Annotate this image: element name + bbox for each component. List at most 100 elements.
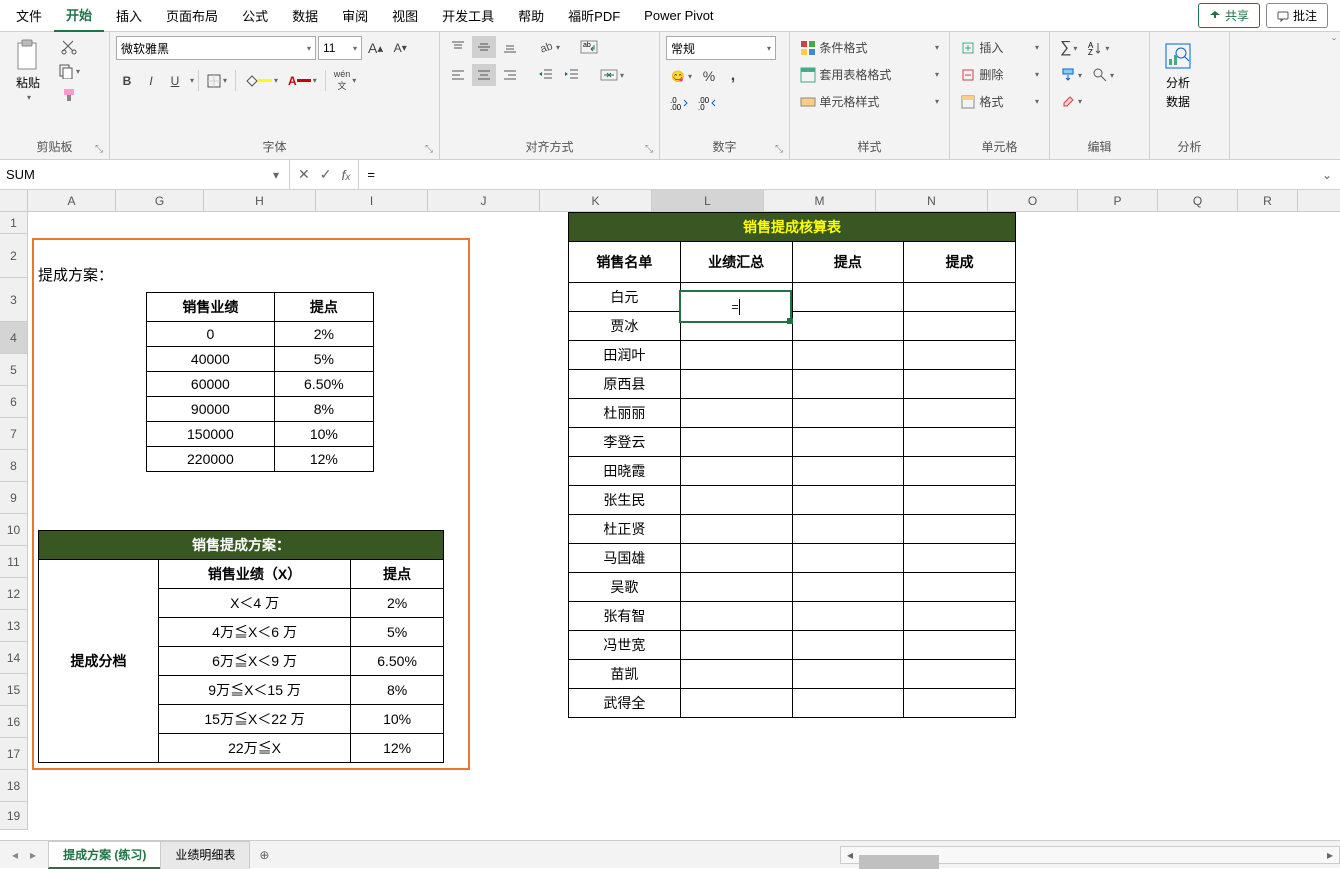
menu-help[interactable]: 帮助 (506, 0, 556, 31)
menu-insert[interactable]: 插入 (104, 0, 154, 31)
align-center-button[interactable] (472, 64, 496, 86)
menu-foxit[interactable]: 福昕PDF (556, 0, 632, 31)
increase-indent-button[interactable] (560, 64, 584, 86)
decrease-decimal-button[interactable]: .00.0 (694, 92, 720, 114)
column-header-I[interactable]: I (316, 190, 428, 211)
column-header-M[interactable]: M (764, 190, 876, 211)
column-header-P[interactable]: P (1078, 190, 1158, 211)
row-header-3[interactable]: 3 (0, 278, 27, 322)
scroll-left-button[interactable]: ◂ (841, 848, 859, 862)
decrease-indent-button[interactable] (534, 64, 558, 86)
underline-button[interactable]: U (164, 70, 186, 92)
cut-button[interactable] (54, 36, 84, 58)
align-top-button[interactable] (446, 36, 470, 58)
percent-button[interactable]: % (698, 65, 720, 87)
align-left-button[interactable] (446, 64, 470, 86)
row-header-7[interactable]: 7 (0, 418, 27, 450)
formula-input[interactable]: = (359, 167, 1314, 182)
format-painter-button[interactable] (54, 84, 84, 106)
conditional-format-button[interactable]: 条件格式▾ (796, 36, 943, 59)
row-header-11[interactable]: 11 (0, 546, 27, 578)
insert-cells-button[interactable]: 插入▾ (956, 36, 1043, 59)
sheet-nav-next[interactable]: ▸ (26, 846, 40, 864)
menu-powerpivot[interactable]: Power Pivot (632, 2, 725, 29)
column-header-L[interactable]: L (652, 190, 764, 211)
italic-button[interactable]: I (140, 70, 162, 92)
row-header-8[interactable]: 8 (0, 450, 27, 482)
row-header-12[interactable]: 12 (0, 578, 27, 610)
row-header-18[interactable]: 18 (0, 770, 27, 802)
add-sheet-button[interactable]: ⊕ (249, 844, 279, 866)
font-size-combo[interactable]: 11▾ (318, 36, 362, 60)
align-launcher[interactable]: ⤡ (645, 144, 653, 155)
number-format-combo[interactable]: 常规▾ (666, 36, 776, 60)
column-header-K[interactable]: K (540, 190, 652, 211)
cell-style-button[interactable]: 单元格样式▾ (796, 90, 943, 113)
row-header-2[interactable]: 2 (0, 234, 27, 278)
worksheet-grid[interactable]: AGHIJKLMNOPQR 12345678910111213141516171… (0, 190, 1340, 840)
active-cell[interactable]: = (679, 290, 792, 323)
menu-layout[interactable]: 页面布局 (154, 0, 230, 31)
enter-formula-button[interactable]: ✓ (320, 166, 332, 183)
accounting-button[interactable]: 😋▾ (666, 65, 696, 87)
name-box-dropdown[interactable]: ▾ (269, 168, 283, 182)
row-header-19[interactable]: 19 (0, 802, 27, 830)
horizontal-scrollbar[interactable]: ◂ ▸ (840, 846, 1340, 864)
border-button[interactable]: ▾ (203, 70, 231, 92)
sheet-nav-prev[interactable]: ◂ (8, 846, 22, 864)
phonetic-button[interactable]: wén文▾ (330, 66, 361, 95)
expand-formula-button[interactable]: ⌄ (1314, 168, 1340, 182)
menu-data[interactable]: 数据 (280, 0, 330, 31)
fx-button[interactable]: fx (341, 167, 350, 183)
autosum-button[interactable]: ∑▾ (1056, 36, 1081, 60)
clipboard-launcher[interactable]: ⤡ (95, 144, 103, 155)
align-bottom-button[interactable] (498, 36, 522, 58)
cells-area[interactable]: 提成方案： 销售业绩提点02%400005%600006.50%900008%1… (28, 212, 1340, 840)
comment-button[interactable]: 批注 (1266, 3, 1328, 28)
column-header-Q[interactable]: Q (1158, 190, 1238, 211)
menu-devtools[interactable]: 开发工具 (430, 0, 506, 31)
menu-formula[interactable]: 公式 (230, 0, 280, 31)
format-cells-button[interactable]: 格式▾ (956, 90, 1043, 113)
column-header-G[interactable]: G (116, 190, 204, 211)
number-launcher[interactable]: ⤡ (775, 144, 783, 155)
font-name-combo[interactable]: 微软雅黑▾ (116, 36, 316, 60)
column-header-H[interactable]: H (204, 190, 316, 211)
column-header-R[interactable]: R (1238, 190, 1298, 211)
merge-button[interactable]: ▾ (596, 64, 628, 86)
find-button[interactable]: ▾ (1088, 64, 1118, 86)
copy-button[interactable]: ▾ (54, 60, 84, 82)
column-header-N[interactable]: N (876, 190, 988, 211)
name-box[interactable]: ▾ (0, 160, 290, 189)
decrease-font-button[interactable]: A▾ (389, 37, 411, 59)
table-format-button[interactable]: 套用表格格式▾ (796, 63, 943, 86)
row-header-15[interactable]: 15 (0, 674, 27, 706)
row-header-16[interactable]: 16 (0, 706, 27, 738)
menu-view[interactable]: 视图 (380, 0, 430, 31)
bold-button[interactable]: B (116, 70, 138, 92)
column-header-A[interactable]: A (28, 190, 116, 211)
row-header-4[interactable]: 4 (0, 322, 27, 354)
row-header-5[interactable]: 5 (0, 354, 27, 386)
align-right-button[interactable] (498, 64, 522, 86)
scroll-thumb[interactable] (859, 855, 939, 869)
increase-decimal-button[interactable]: .0.00 (666, 92, 692, 114)
wrap-text-button[interactable]: ab (576, 36, 602, 58)
row-header-13[interactable]: 13 (0, 610, 27, 642)
paste-button[interactable]: 粘贴 ▾ (6, 36, 50, 106)
sort-filter-button[interactable]: AZ▾ (1083, 37, 1113, 59)
row-header-10[interactable]: 10 (0, 514, 27, 546)
analyze-data-button[interactable]: 分析 数据 (1156, 36, 1200, 114)
row-header-9[interactable]: 9 (0, 482, 27, 514)
scroll-right-button[interactable]: ▸ (1321, 848, 1339, 862)
increase-font-button[interactable]: A▴ (364, 37, 387, 59)
collapse-ribbon-button[interactable]: ˇ (1328, 32, 1340, 159)
sheet-tab-0[interactable]: 提成方案 (练习) (48, 841, 161, 869)
menu-file[interactable]: 文件 (4, 0, 54, 31)
font-launcher[interactable]: ⤡ (425, 144, 433, 155)
cancel-formula-button[interactable]: ✕ (298, 166, 310, 183)
menu-home[interactable]: 开始 (54, 0, 104, 32)
row-header-6[interactable]: 6 (0, 386, 27, 418)
column-header-J[interactable]: J (428, 190, 540, 211)
fill-button[interactable]: ▾ (1056, 64, 1086, 86)
